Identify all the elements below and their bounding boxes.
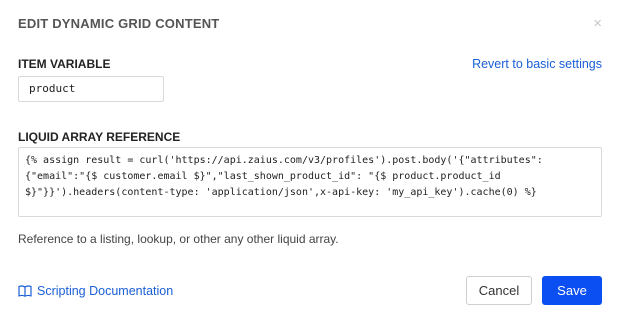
edit-dynamic-grid-dialog: EDIT DYNAMIC GRID CONTENT × ITEM VARIABL… bbox=[0, 0, 620, 321]
liquid-array-hint: Reference to a listing, lookup, or other… bbox=[18, 232, 339, 246]
item-variable-label: ITEM VARIABLE bbox=[18, 57, 111, 71]
scripting-documentation-label: Scripting Documentation bbox=[37, 284, 174, 298]
save-button[interactable]: Save bbox=[542, 276, 602, 305]
close-icon[interactable]: × bbox=[593, 16, 602, 31]
book-icon bbox=[18, 285, 32, 297]
cancel-button[interactable]: Cancel bbox=[466, 276, 532, 305]
dialog-title: EDIT DYNAMIC GRID CONTENT bbox=[18, 16, 220, 31]
liquid-array-label: LIQUID ARRAY REFERENCE bbox=[18, 130, 181, 144]
item-variable-input[interactable]: product bbox=[18, 76, 164, 102]
revert-basic-settings-link[interactable]: Revert to basic settings bbox=[472, 57, 602, 71]
liquid-array-textarea[interactable]: {% assign result = curl('https://api.zai… bbox=[18, 147, 602, 217]
scripting-documentation-link[interactable]: Scripting Documentation bbox=[18, 284, 173, 298]
